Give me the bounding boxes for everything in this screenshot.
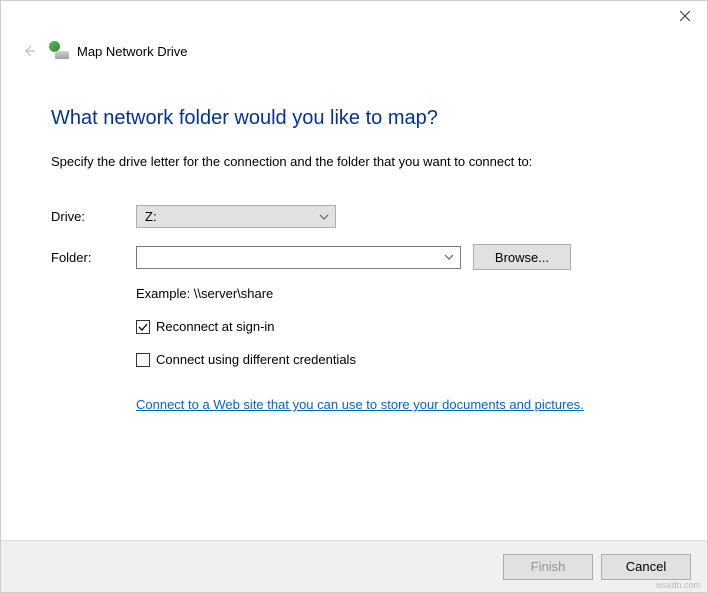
credentials-checkbox-row[interactable]: Connect using different credentials — [136, 352, 657, 367]
content-area: What network folder would you like to ma… — [1, 79, 707, 540]
drive-select[interactable]: Z: — [136, 205, 336, 228]
finish-button[interactable]: Finish — [503, 554, 593, 580]
close-button[interactable] — [662, 1, 707, 31]
drive-value: Z: — [145, 209, 157, 224]
watermark: wsxdn.com — [656, 580, 701, 590]
map-network-drive-dialog: Map Network Drive What network folder wo… — [0, 0, 708, 593]
connect-website-link[interactable]: Connect to a Web site that you can use t… — [136, 397, 584, 412]
titlebar — [1, 1, 707, 33]
close-icon — [680, 11, 690, 21]
back-arrow-icon — [21, 43, 37, 59]
reconnect-checkbox[interactable] — [136, 320, 150, 334]
reconnect-label: Reconnect at sign-in — [156, 319, 275, 334]
browse-button[interactable]: Browse... — [473, 244, 571, 270]
credentials-checkbox[interactable] — [136, 353, 150, 367]
chevron-down-icon — [444, 254, 454, 260]
header-title: Map Network Drive — [77, 44, 188, 59]
footer-bar: Finish Cancel — [1, 540, 707, 592]
folder-label: Folder: — [51, 250, 136, 265]
check-icon — [138, 322, 148, 332]
chevron-down-icon — [319, 214, 329, 220]
example-text: Example: \\server\share — [136, 286, 657, 301]
back-button[interactable] — [19, 41, 39, 61]
header-bar: Map Network Drive — [1, 33, 707, 79]
credentials-label: Connect using different credentials — [156, 352, 356, 367]
folder-combobox[interactable] — [136, 246, 461, 269]
reconnect-checkbox-row[interactable]: Reconnect at sign-in — [136, 319, 657, 334]
page-heading: What network folder would you like to ma… — [51, 107, 657, 130]
cancel-button[interactable]: Cancel — [601, 554, 691, 580]
instruction-text: Specify the drive letter for the connect… — [51, 154, 657, 169]
folder-row: Folder: Browse... — [51, 244, 657, 270]
options-block: Example: \\server\share Reconnect at sig… — [136, 286, 657, 412]
drive-label: Drive: — [51, 209, 136, 224]
drive-row: Drive: Z: — [51, 205, 657, 228]
network-drive-icon — [49, 41, 69, 61]
